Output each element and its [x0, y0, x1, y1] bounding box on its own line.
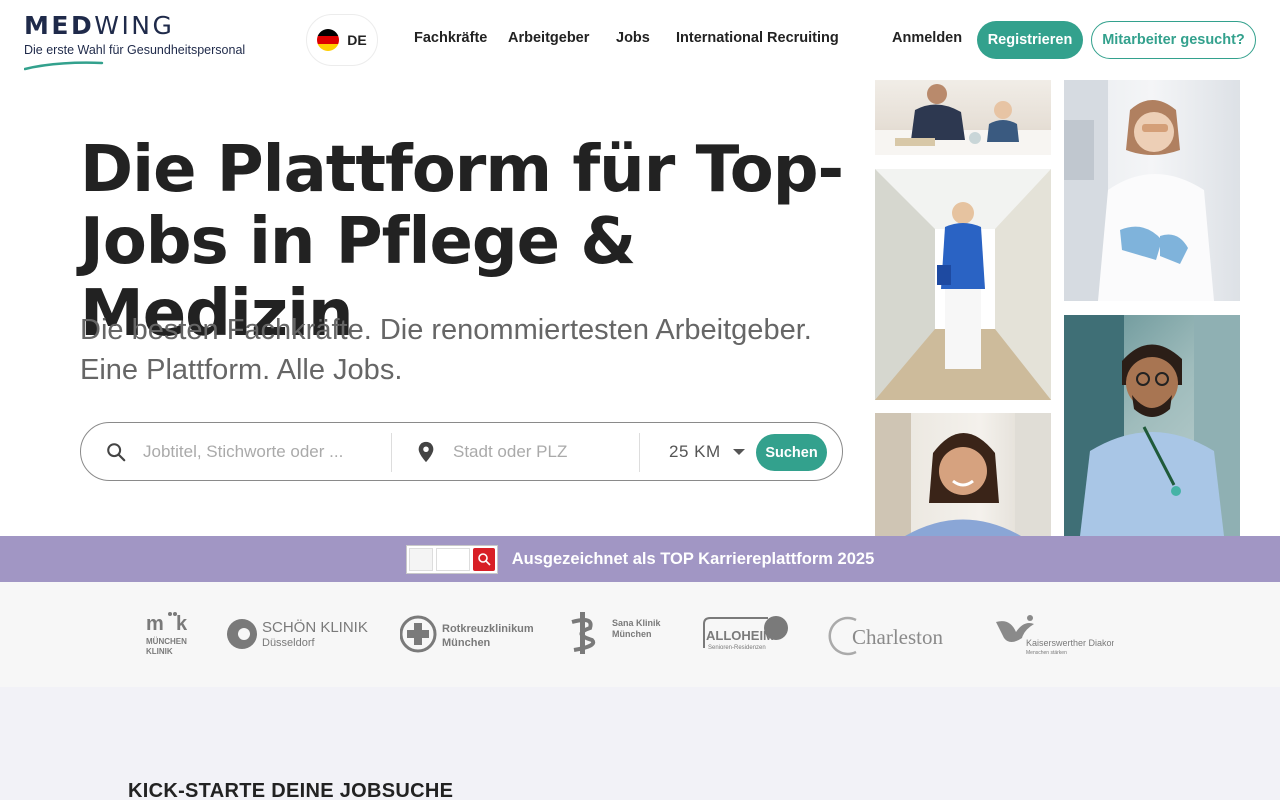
partner-logo-schoen-klinik: SCHÖN KLINIK Düsseldorf — [226, 616, 372, 652]
svg-text:MÜNCHEN: MÜNCHEN — [146, 637, 187, 646]
logo-swoosh-icon — [24, 61, 104, 71]
location-search-input[interactable] — [453, 437, 623, 467]
caret-down-icon — [732, 449, 745, 455]
svg-text:Menschen stärken: Menschen stärken — [1026, 650, 1067, 656]
language-code: DE — [347, 32, 367, 48]
login-link[interactable]: Anmelden — [892, 30, 962, 46]
nav-arbeitgeber[interactable]: Arbeitgeber — [508, 30, 589, 46]
hero-photo-family — [875, 80, 1051, 155]
logo-tagline: Die erste Wahl für Gesundheitspersonal — [24, 43, 246, 57]
germany-flag-icon — [317, 29, 340, 51]
hero-photo-lab-scientist — [1064, 80, 1240, 301]
award-text: Ausgezeichnet als TOP Karriereplattform … — [511, 549, 875, 568]
partner-logo-muenchen-klinik: m k MÜNCHEN KLINIK — [146, 610, 196, 656]
search-icon — [107, 443, 126, 462]
nav-fachkraefte[interactable]: Fachkräfte — [414, 30, 487, 46]
partner-logo-kaiserswerther-diakonie: Kaiserswerther Diakonie Menschen stärken — [994, 612, 1124, 658]
partner-logo-rotkreuzklinikum: Rotkreuzklinikum München — [399, 614, 538, 654]
hero-subtitle: Die besten Fachkräfte. Die renommiertest… — [80, 314, 812, 386]
svg-text:Senioren-Residenzen: Senioren-Residenzen — [708, 645, 766, 651]
svg-text:München: München — [612, 629, 652, 639]
search-submit-button[interactable]: Suchen — [756, 434, 827, 471]
radius-value: 25 KM — [669, 442, 721, 461]
medwing-logo[interactable]: MEDWING Die erste Wahl für Gesundheitspe… — [24, 12, 264, 72]
partner-logo-charleston: Charleston — [826, 614, 970, 658]
svg-text:Rotkreuzklinikum: Rotkreuzklinikum — [442, 623, 534, 635]
keyword-search-input[interactable] — [143, 437, 383, 467]
award-badge-icon — [405, 544, 498, 574]
svg-text:Charleston: Charleston — [852, 625, 943, 649]
hero-photo-nurse-woman — [875, 413, 1051, 536]
svg-text:Sana Klinik: Sana Klinik — [612, 618, 662, 628]
jobsearch-section: KICK-STARTE DEINE JOBSUCHE — [0, 687, 1280, 802]
site-header: MEDWING Die erste Wahl für Gesundheitspe… — [0, 0, 1280, 80]
search-divider — [639, 433, 640, 472]
partner-logo-alloheim: ALLOHEIM Senioren-Residenzen — [702, 612, 792, 652]
partner-logos-strip: m k MÜNCHEN KLINIK SCHÖN KLINIK Düsseldo… — [0, 582, 1280, 687]
svg-text:m: m — [146, 613, 164, 635]
language-switcher[interactable]: DE — [306, 14, 378, 66]
svg-text:München: München — [442, 637, 491, 649]
partner-logo-sana-klinik: Sana Klinik München — [570, 610, 662, 656]
nav-jobs[interactable]: Jobs — [616, 30, 650, 46]
radius-dropdown[interactable]: 25 KM — [669, 442, 745, 462]
hero-photo-nurse-man — [1064, 315, 1240, 536]
svg-text:SCHÖN KLINIK: SCHÖN KLINIK — [262, 618, 368, 636]
svg-text:Düsseldorf: Düsseldorf — [262, 637, 316, 649]
award-banner: Ausgezeichnet als TOP Karriereplattform … — [0, 536, 1280, 582]
nav-international-recruiting[interactable]: International Recruiting — [676, 30, 839, 46]
register-button[interactable]: Registrieren — [977, 21, 1083, 59]
location-pin-icon — [418, 441, 434, 463]
svg-text:Kaiserswerther Diakonie: Kaiserswerther Diakonie — [1026, 638, 1114, 648]
logo-wordmark: MEDWING — [24, 11, 175, 40]
employer-cta-button[interactable]: Mitarbeiter gesucht? — [1091, 21, 1256, 59]
svg-text:ALLOHEIM: ALLOHEIM — [706, 628, 774, 643]
svg-text:k: k — [176, 613, 188, 635]
job-search-bar: 25 KM Suchen — [80, 422, 843, 481]
hero-photo-nurse-corridor — [875, 169, 1051, 400]
svg-text:KLINIK: KLINIK — [146, 647, 173, 656]
search-divider — [391, 433, 392, 472]
